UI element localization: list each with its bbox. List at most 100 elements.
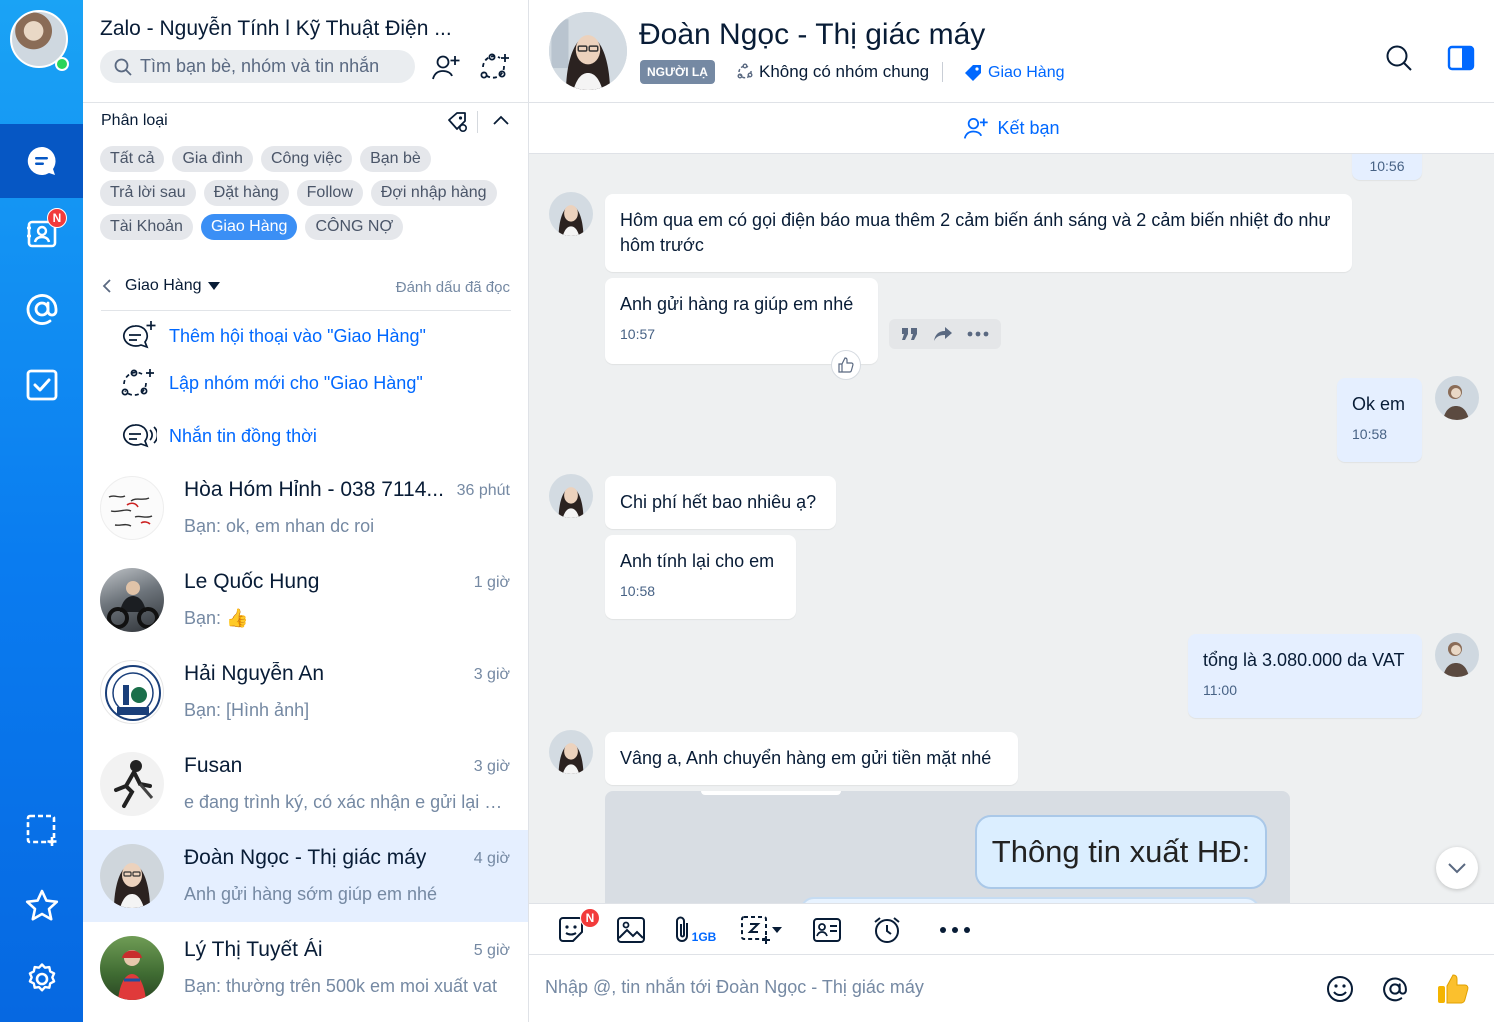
conversation-item[interactable]: Le Quốc Hung 1 giờ Bạn: 👍 — [83, 554, 528, 646]
chip-work[interactable]: Công việc — [260, 146, 353, 172]
collapse-categories-button[interactable] — [487, 106, 515, 134]
create-group-button[interactable] — [477, 50, 511, 84]
chip-reply-later[interactable]: Trả lời sau — [100, 180, 196, 206]
scroll-to-bottom-button[interactable] — [1436, 847, 1478, 889]
nav-messages[interactable] — [0, 124, 83, 198]
create-group-for-tag[interactable]: Lập nhóm mới cho "Giao Hàng" — [119, 367, 423, 399]
message-time: 10:58 — [620, 583, 656, 599]
message-bubble[interactable]: Vâng a, Anh chuyển hàng em gửi tiền mặt … — [605, 732, 1018, 785]
chip-follow[interactable]: Follow — [296, 180, 363, 206]
group-icon — [737, 63, 753, 79]
message-bubble[interactable]: Chi phí hết bao nhiêu ạ? — [605, 476, 836, 529]
header-separator — [942, 62, 944, 82]
more-horizontal-icon[interactable] — [967, 331, 989, 337]
chip-all[interactable]: Tất cả — [100, 146, 165, 172]
message-bubble-mine[interactable]: Ok em 10:58 — [1337, 378, 1422, 462]
image-message[interactable]: Thông tin xuất HĐ: — [605, 791, 1290, 903]
search-box[interactable] — [100, 50, 415, 83]
sender-avatar[interactable] — [549, 474, 593, 518]
chip-debt[interactable]: CÔNG NỢ — [305, 214, 404, 240]
more-options-button[interactable] — [935, 914, 975, 946]
conversation-preview: Bạn: 👍 — [184, 608, 249, 628]
conversation-item[interactable]: Lý Thị Tuyết Ái 5 giờ Bạn: thường trên 5… — [83, 922, 528, 1014]
reaction-button[interactable] — [831, 350, 861, 380]
chip-awaiting-stock[interactable]: Đợi nhập hàng — [370, 180, 497, 206]
tag-icon — [965, 65, 981, 81]
chevron-up-icon — [493, 115, 509, 125]
screenshot-button[interactable] — [735, 914, 787, 946]
conversation-name: Lý Thị Tuyết Ái — [184, 938, 323, 961]
conversation-preview: Bạn: ok, em nhan dc roi — [184, 516, 375, 536]
share-contact-button[interactable] — [809, 914, 845, 946]
chip-accounts[interactable]: Tài Khoản — [100, 214, 193, 240]
toggle-info-panel-button[interactable] — [1443, 40, 1479, 76]
conversation-time: 1 giờ — [473, 574, 510, 591]
search-in-chat-button[interactable] — [1381, 40, 1417, 76]
nav-mentions[interactable] — [0, 272, 83, 346]
message-bubble[interactable]: Anh gửi hàng ra giúp em nhé 10:57 — [605, 278, 878, 364]
conversation-time: 5 giờ — [473, 942, 510, 959]
conversation-item[interactable]: Hải Nguyễn An 3 giờ Bạn: [Hình ảnh] — [83, 646, 528, 738]
contact-avatar[interactable] — [549, 12, 627, 90]
conversation-item[interactable]: Fusan 3 giờ e đang trình ký, có xác nhận… — [83, 738, 528, 830]
search-icon — [114, 58, 132, 76]
nav-screenshot[interactable] — [0, 793, 83, 867]
conversation-item-active[interactable]: Đoàn Ngọc - Thị giác máy 4 giờ Anh gửi h… — [83, 830, 528, 922]
caret-down-icon — [772, 927, 782, 933]
nav-contacts[interactable] — [0, 196, 83, 270]
broadcast-message[interactable]: Nhắn tin đồng thời — [119, 420, 317, 452]
my-avatar-small[interactable] — [1435, 376, 1479, 420]
mark-as-read-link[interactable]: Đánh dấu đã đọc — [396, 279, 510, 296]
add-friend-bar[interactable]: Kết bạn — [529, 103, 1494, 154]
common-groups[interactable]: Không có nhóm chung — [736, 62, 944, 82]
search-icon — [1386, 45, 1412, 71]
image-content-text: Thông tin xuất HĐ: — [975, 815, 1267, 889]
chip-orders[interactable]: Đặt hàng — [203, 180, 289, 206]
chip-row: Trả lời sau Đặt hàng Follow Đợi nhập hàn… — [100, 180, 520, 206]
manage-tags-button[interactable] — [443, 108, 471, 136]
conversation-name: Hòa Hóm Hỉnh - 038 7114... — [184, 478, 444, 501]
online-status-dot — [55, 57, 69, 71]
message-input[interactable] — [545, 977, 1305, 998]
sender-avatar[interactable] — [549, 192, 593, 236]
reminder-button[interactable] — [869, 914, 905, 946]
quote-icon[interactable] — [901, 326, 919, 342]
conversation-time: 4 giờ — [473, 850, 510, 867]
message-time: 10:57 — [620, 326, 656, 342]
chip-family[interactable]: Gia đình — [172, 146, 253, 172]
add-chat-icon — [123, 321, 156, 349]
category-title: Phân loại — [101, 112, 168, 129]
filter-dropdown[interactable]: Giao Hàng — [125, 277, 220, 295]
back-button[interactable] — [97, 276, 117, 296]
mention-button[interactable] — [1379, 973, 1411, 1005]
nav-favorites[interactable] — [0, 869, 83, 943]
contacts-badge: N — [47, 208, 67, 228]
chip-delivery[interactable]: Giao Hàng — [200, 214, 298, 240]
image-button[interactable] — [613, 914, 649, 946]
my-avatar-small[interactable] — [1435, 633, 1479, 677]
action-label: Nhắn tin đồng thời — [169, 425, 317, 446]
conversation-time: 3 giờ — [473, 666, 510, 683]
message-bubble[interactable]: Anh tính lại cho em 10:58 — [605, 535, 796, 619]
conversation-tag[interactable]: Giao Hàng — [964, 64, 1065, 82]
message-time: 10:56 — [1369, 158, 1405, 174]
emoji-button[interactable] — [1324, 973, 1356, 1005]
message-bubble[interactable]: Hôm qua em có gọi điện báo mua thêm 2 cả… — [605, 194, 1352, 272]
add-friend-button[interactable] — [429, 50, 463, 84]
add-conversation-to-tag[interactable]: Thêm hội thoại vào "Giao Hàng" — [119, 320, 426, 352]
sender-avatar[interactable] — [549, 730, 593, 774]
create-group-icon — [121, 369, 154, 396]
common-groups-label: Không có nhóm chung — [759, 62, 930, 81]
contact-card-icon — [813, 918, 841, 942]
conversation-item[interactable]: Hòa Hóm Hỉnh - 038 7114... 36 phút Bạn: … — [83, 462, 528, 554]
message-bubble-mine[interactable]: tổng là 3.080.000 da VAT 11:00 — [1188, 634, 1422, 718]
chip-friends[interactable]: Bạn bè — [360, 146, 431, 172]
nav-todo[interactable] — [0, 348, 83, 422]
add-user-icon — [964, 118, 989, 139]
attach-file-button[interactable]: 1GB — [671, 914, 719, 946]
quick-like-button[interactable] — [1433, 969, 1473, 1009]
search-input[interactable] — [140, 56, 410, 77]
nav-settings[interactable] — [0, 942, 83, 1016]
chat-header: Đoàn Ngọc - Thị giác máy NGƯỜI LẠ Không … — [529, 0, 1494, 103]
forward-icon[interactable] — [933, 326, 953, 342]
